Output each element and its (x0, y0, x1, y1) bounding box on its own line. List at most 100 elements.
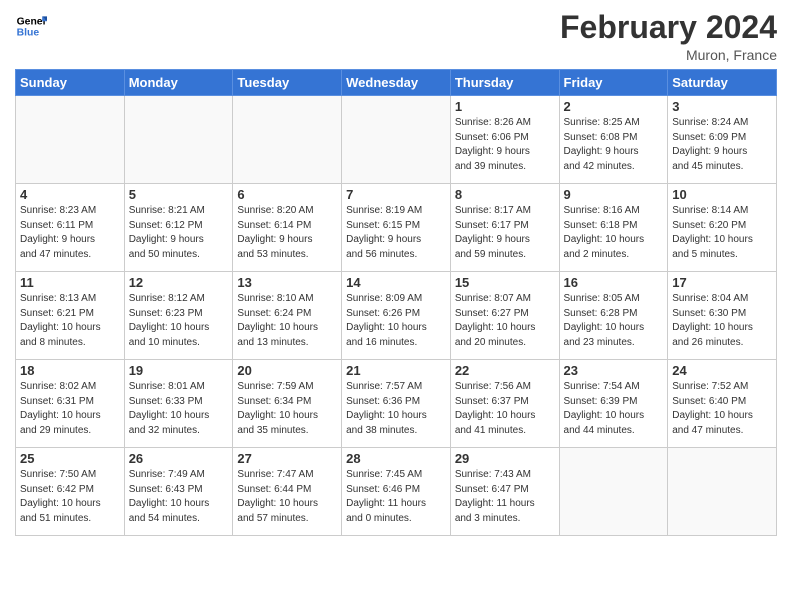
day-info: Sunrise: 7:57 AM Sunset: 6:36 PM Dayligh… (346, 380, 446, 438)
day-info: Sunrise: 8:02 AM Sunset: 6:31 PM Dayligh… (20, 380, 120, 438)
day-number: 12 (129, 275, 229, 290)
day-cell (16, 96, 125, 184)
logo: General Blue (15, 10, 47, 42)
day-cell (342, 96, 451, 184)
header: General Blue February 2024 Muron, France (15, 10, 777, 63)
day-info: Sunrise: 7:52 AM Sunset: 6:40 PM Dayligh… (672, 380, 772, 438)
day-info: Sunrise: 7:45 AM Sunset: 6:46 PM Dayligh… (346, 468, 446, 526)
day-info: Sunrise: 7:54 AM Sunset: 6:39 PM Dayligh… (564, 380, 664, 438)
day-cell: 12 Sunrise: 8:12 AM Sunset: 6:23 PM Dayli… (124, 272, 233, 360)
day-cell: 29 Sunrise: 7:43 AM Sunset: 6:47 PM Dayli… (450, 448, 559, 536)
day-cell: 21 Sunrise: 7:57 AM Sunset: 6:36 PM Dayli… (342, 360, 451, 448)
week-row-1: 1 Sunrise: 8:26 AM Sunset: 6:06 PM Daylig… (16, 96, 777, 184)
day-cell: 16 Sunrise: 8:05 AM Sunset: 6:28 PM Dayli… (559, 272, 668, 360)
day-cell: 4 Sunrise: 8:23 AM Sunset: 6:11 PM Daylig… (16, 184, 125, 272)
title-block: February 2024 Muron, France (560, 10, 777, 63)
day-cell: 18 Sunrise: 8:02 AM Sunset: 6:31 PM Dayli… (16, 360, 125, 448)
day-cell: 19 Sunrise: 8:01 AM Sunset: 6:33 PM Dayli… (124, 360, 233, 448)
day-cell: 9 Sunrise: 8:16 AM Sunset: 6:18 PM Daylig… (559, 184, 668, 272)
day-number: 10 (672, 187, 772, 202)
day-number: 8 (455, 187, 555, 202)
day-info: Sunrise: 8:04 AM Sunset: 6:30 PM Dayligh… (672, 292, 772, 350)
day-cell: 20 Sunrise: 7:59 AM Sunset: 6:34 PM Dayli… (233, 360, 342, 448)
day-number: 19 (129, 363, 229, 378)
day-number: 28 (346, 451, 446, 466)
day-cell: 6 Sunrise: 8:20 AM Sunset: 6:14 PM Daylig… (233, 184, 342, 272)
col-thursday: Thursday (450, 70, 559, 96)
day-number: 1 (455, 99, 555, 114)
day-info: Sunrise: 8:21 AM Sunset: 6:12 PM Dayligh… (129, 204, 229, 262)
day-info: Sunrise: 8:05 AM Sunset: 6:28 PM Dayligh… (564, 292, 664, 350)
day-number: 14 (346, 275, 446, 290)
week-row-3: 11Sunrise: 8:13 AM Sunset: 6:21 PM Dayli… (16, 272, 777, 360)
day-info: Sunrise: 8:16 AM Sunset: 6:18 PM Dayligh… (564, 204, 664, 262)
day-cell: 10 Sunrise: 8:14 AM Sunset: 6:20 PM Dayli… (668, 184, 777, 272)
col-sunday: Sunday (16, 70, 125, 96)
day-cell: 15Sunrise: 8:07 AM Sunset: 6:27 PM Dayli… (450, 272, 559, 360)
day-number: 11 (20, 275, 120, 290)
day-number: 7 (346, 187, 446, 202)
day-number: 4 (20, 187, 120, 202)
day-cell: 22Sunrise: 7:56 AM Sunset: 6:37 PM Dayli… (450, 360, 559, 448)
day-number: 3 (672, 99, 772, 114)
day-cell (233, 96, 342, 184)
day-cell: 7 Sunrise: 8:19 AM Sunset: 6:15 PM Daylig… (342, 184, 451, 272)
month-year-title: February 2024 (560, 10, 777, 45)
day-number: 6 (237, 187, 337, 202)
day-cell: 13 Sunrise: 8:10 AM Sunset: 6:24 PM Dayli… (233, 272, 342, 360)
col-tuesday: Tuesday (233, 70, 342, 96)
day-info: Sunrise: 7:59 AM Sunset: 6:34 PM Dayligh… (237, 380, 337, 438)
day-info: Sunrise: 8:23 AM Sunset: 6:11 PM Dayligh… (20, 204, 120, 262)
col-friday: Friday (559, 70, 668, 96)
svg-text:Blue: Blue (17, 28, 40, 39)
location-label: Muron, France (560, 47, 777, 63)
day-info: Sunrise: 8:26 AM Sunset: 6:06 PM Dayligh… (455, 116, 555, 174)
day-cell: 26Sunrise: 7:49 AM Sunset: 6:43 PM Dayli… (124, 448, 233, 536)
day-info: Sunrise: 7:43 AM Sunset: 6:47 PM Dayligh… (455, 468, 555, 526)
day-cell (559, 448, 668, 536)
week-row-4: 18 Sunrise: 8:02 AM Sunset: 6:31 PM Dayli… (16, 360, 777, 448)
day-info: Sunrise: 8:14 AM Sunset: 6:20 PM Dayligh… (672, 204, 772, 262)
day-cell: 25 Sunrise: 7:50 AM Sunset: 6:42 PM Dayli… (16, 448, 125, 536)
day-number: 2 (564, 99, 664, 114)
day-number: 25 (20, 451, 120, 466)
day-cell: 11Sunrise: 8:13 AM Sunset: 6:21 PM Dayli… (16, 272, 125, 360)
day-info: Sunrise: 7:50 AM Sunset: 6:42 PM Dayligh… (20, 468, 120, 526)
day-number: 9 (564, 187, 664, 202)
day-cell (668, 448, 777, 536)
day-cell: 23 Sunrise: 7:54 AM Sunset: 6:39 PM Dayli… (559, 360, 668, 448)
day-info: Sunrise: 8:09 AM Sunset: 6:26 PM Dayligh… (346, 292, 446, 350)
day-info: Sunrise: 8:10 AM Sunset: 6:24 PM Dayligh… (237, 292, 337, 350)
day-cell: 28 Sunrise: 7:45 AM Sunset: 6:46 PM Dayli… (342, 448, 451, 536)
day-number: 18 (20, 363, 120, 378)
col-wednesday: Wednesday (342, 70, 451, 96)
day-cell: 1 Sunrise: 8:26 AM Sunset: 6:06 PM Daylig… (450, 96, 559, 184)
day-info: Sunrise: 7:49 AM Sunset: 6:43 PM Dayligh… (129, 468, 229, 526)
day-info: Sunrise: 8:01 AM Sunset: 6:33 PM Dayligh… (129, 380, 229, 438)
day-cell: 2 Sunrise: 8:25 AM Sunset: 6:08 PM Daylig… (559, 96, 668, 184)
day-number: 23 (564, 363, 664, 378)
day-info: Sunrise: 8:19 AM Sunset: 6:15 PM Dayligh… (346, 204, 446, 262)
day-cell: 3 Sunrise: 8:24 AM Sunset: 6:09 PM Daylig… (668, 96, 777, 184)
day-cell: 17 Sunrise: 8:04 AM Sunset: 6:30 PM Dayli… (668, 272, 777, 360)
day-info: Sunrise: 7:56 AM Sunset: 6:37 PM Dayligh… (455, 380, 555, 438)
day-number: 21 (346, 363, 446, 378)
day-number: 24 (672, 363, 772, 378)
day-cell: 27 Sunrise: 7:47 AM Sunset: 6:44 PM Dayli… (233, 448, 342, 536)
day-info: Sunrise: 8:24 AM Sunset: 6:09 PM Dayligh… (672, 116, 772, 174)
day-number: 29 (455, 451, 555, 466)
day-info: Sunrise: 8:20 AM Sunset: 6:14 PM Dayligh… (237, 204, 337, 262)
col-saturday: Saturday (668, 70, 777, 96)
day-number: 27 (237, 451, 337, 466)
day-number: 17 (672, 275, 772, 290)
col-monday: Monday (124, 70, 233, 96)
calendar-table: Sunday Monday Tuesday Wednesday Thursday… (15, 69, 777, 536)
day-info: Sunrise: 8:12 AM Sunset: 6:23 PM Dayligh… (129, 292, 229, 350)
day-number: 16 (564, 275, 664, 290)
day-cell: 24 Sunrise: 7:52 AM Sunset: 6:40 PM Dayli… (668, 360, 777, 448)
day-info: Sunrise: 7:47 AM Sunset: 6:44 PM Dayligh… (237, 468, 337, 526)
header-row: Sunday Monday Tuesday Wednesday Thursday… (16, 70, 777, 96)
day-info: Sunrise: 8:25 AM Sunset: 6:08 PM Dayligh… (564, 116, 664, 174)
day-number: 20 (237, 363, 337, 378)
day-number: 13 (237, 275, 337, 290)
